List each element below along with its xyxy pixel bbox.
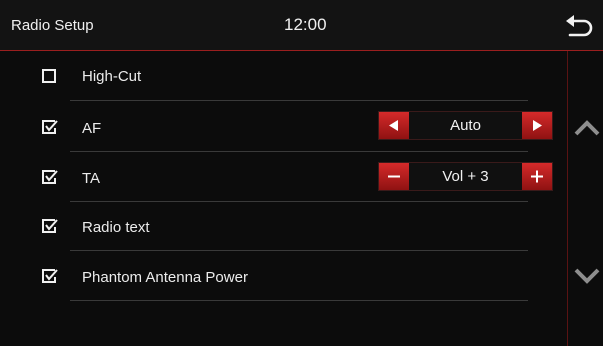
setting-label: Phantom Antenna Power (82, 269, 248, 286)
af-selector: Auto (378, 111, 553, 140)
clock: 12:00 (284, 15, 327, 34)
checkbox-unchecked-icon[interactable] (40, 67, 60, 87)
setting-row-high-cut[interactable]: High-Cut (0, 52, 567, 102)
header-divider (0, 50, 603, 51)
af-previous-button[interactable] (379, 112, 409, 139)
plus-icon (531, 170, 543, 183)
checkbox-checked-icon[interactable] (40, 267, 60, 287)
triangle-right-icon (533, 120, 542, 131)
scroll-divider (567, 51, 568, 346)
chevron-down-icon (574, 268, 600, 284)
setting-label: AF (82, 120, 102, 137)
setting-row-phantom-antenna-power[interactable]: Phantom Antenna Power (0, 252, 567, 302)
checkbox-checked-icon[interactable] (40, 217, 60, 237)
back-arrow-icon (566, 15, 593, 37)
checkbox-checked-icon[interactable] (40, 118, 60, 138)
setting-row-radio-text[interactable]: Radio text (0, 203, 567, 253)
header-bar: Radio Setup 12:00 (0, 0, 603, 50)
af-next-button[interactable] (522, 112, 552, 139)
scroll-up-button[interactable] (571, 112, 603, 142)
minus-icon (388, 175, 400, 178)
ta-volume-stepper: Vol + 3 (378, 162, 553, 191)
af-value: Auto (450, 117, 481, 134)
row-divider (70, 250, 528, 251)
setting-label: Radio text (82, 219, 150, 236)
page-title: Radio Setup (11, 17, 94, 34)
setting-label: TA (82, 170, 101, 187)
triangle-left-icon (389, 120, 398, 131)
checkbox-checked-icon[interactable] (40, 168, 60, 188)
back-button[interactable] (560, 10, 598, 42)
ta-volume-value: Vol + 3 (442, 168, 489, 185)
row-divider (70, 300, 528, 301)
row-divider (70, 100, 528, 101)
ta-volume-decrease-button[interactable] (379, 163, 409, 190)
ta-volume-increase-button[interactable] (522, 163, 552, 190)
scroll-down-button[interactable] (571, 261, 603, 291)
chevron-up-icon (574, 120, 600, 136)
setting-label: High-Cut (82, 68, 142, 85)
row-divider (70, 151, 528, 152)
row-divider (70, 201, 528, 202)
